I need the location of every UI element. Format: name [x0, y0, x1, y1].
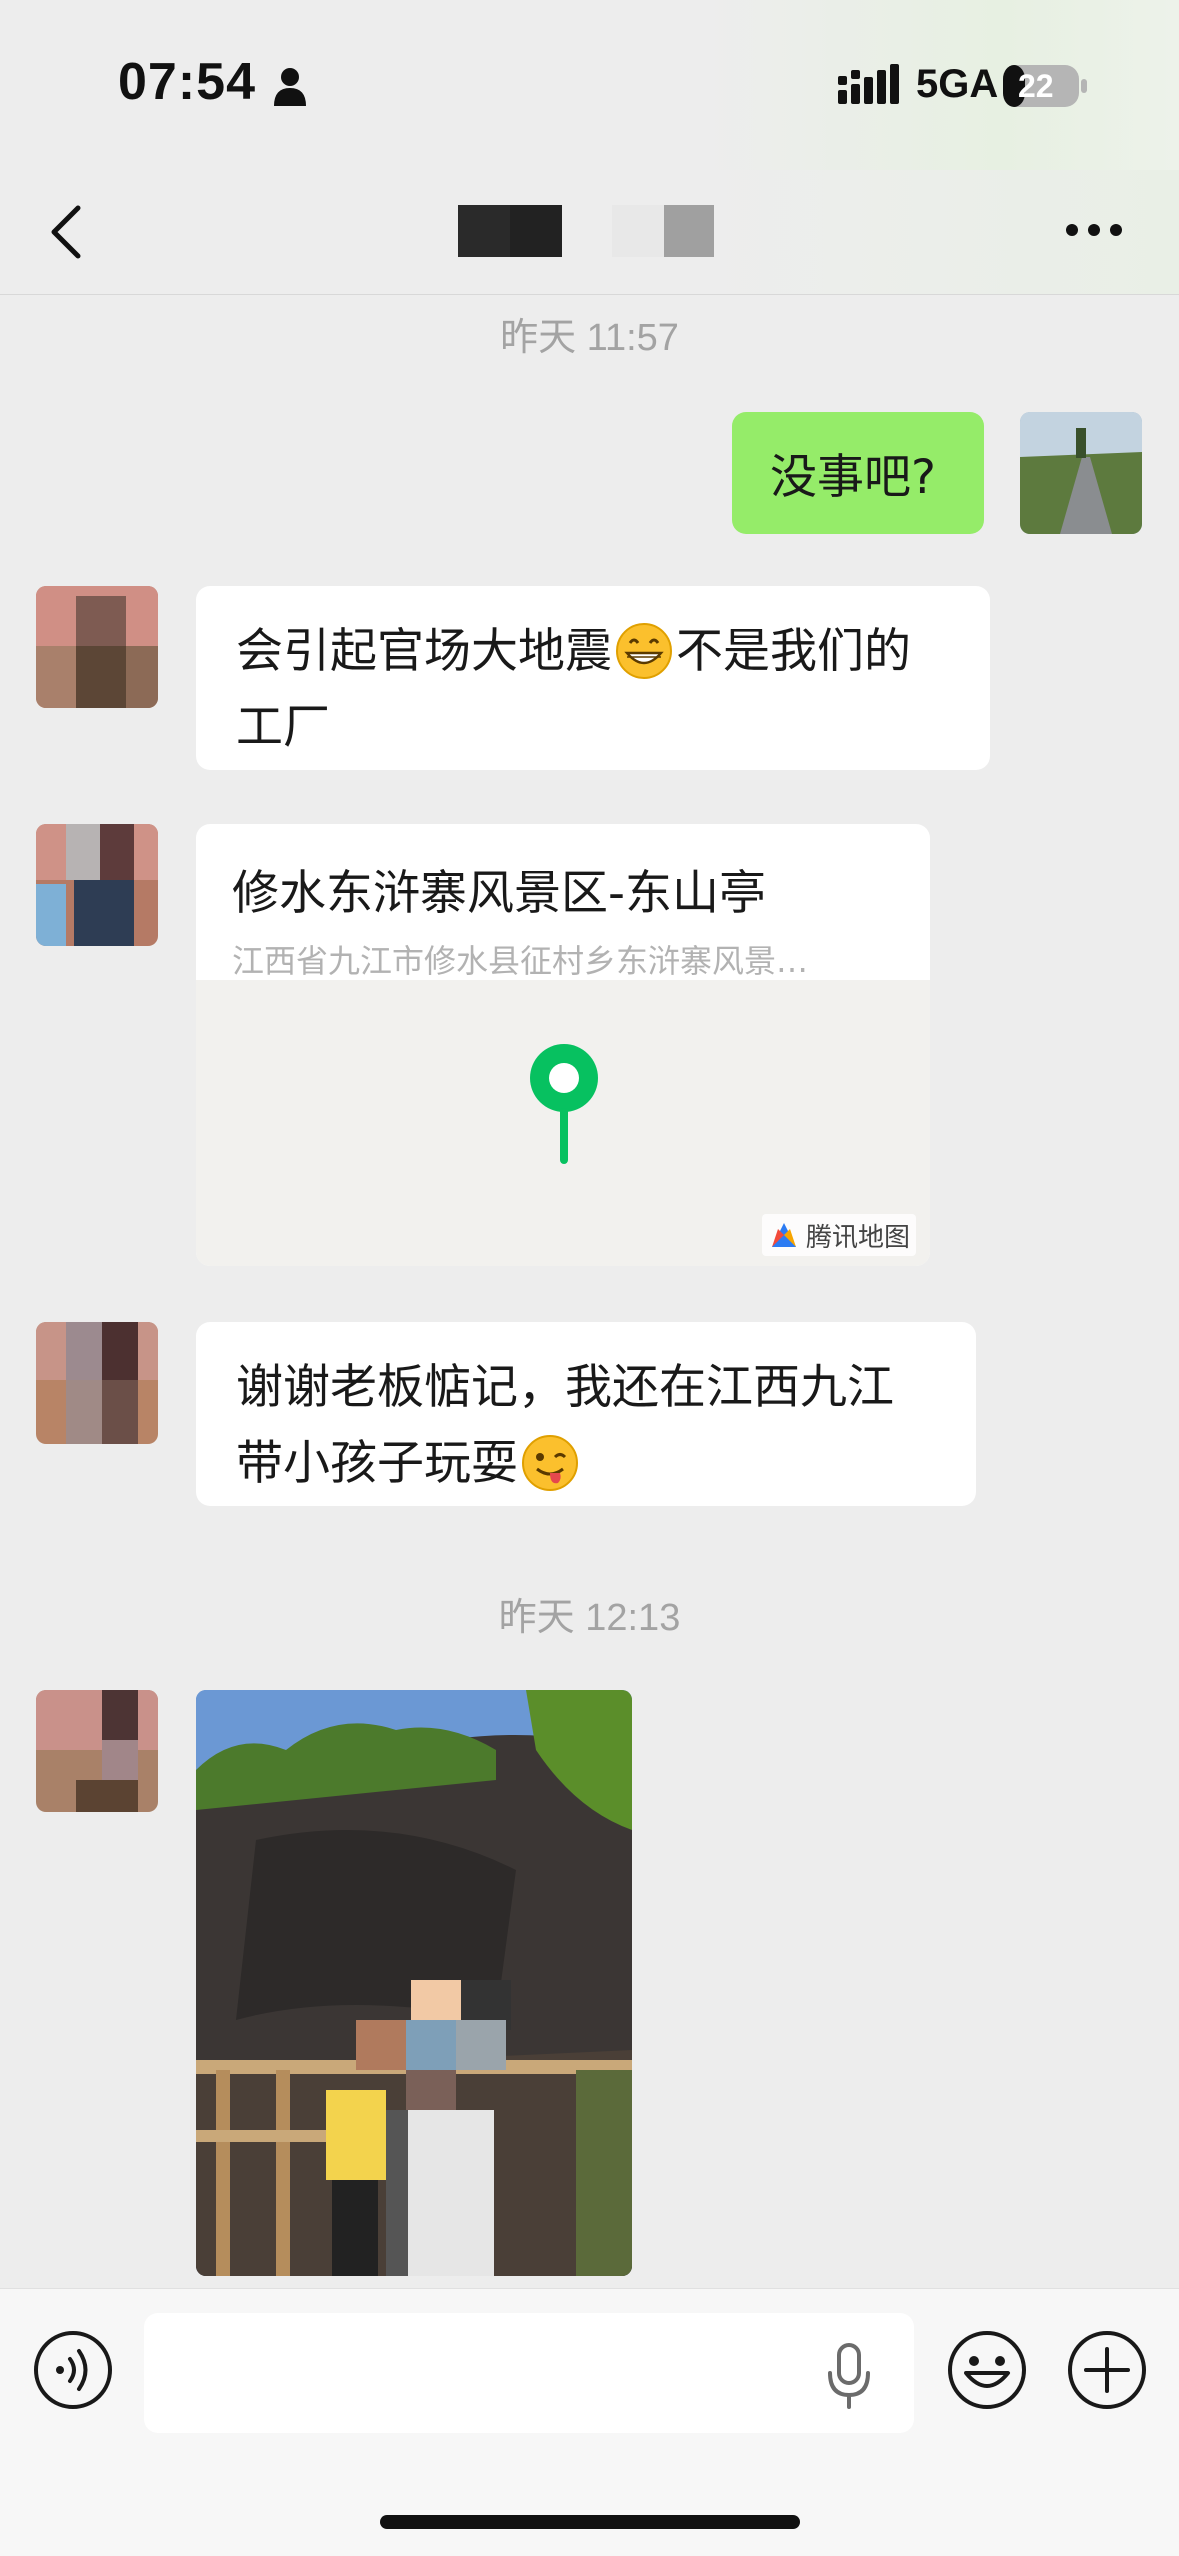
input-bar — [0, 2288, 1179, 2556]
chat-header — [0, 170, 1179, 295]
emoji-picker-icon[interactable] — [946, 2329, 1028, 2411]
ellipsis-icon[interactable] — [1064, 222, 1124, 238]
contact-avatar[interactable] — [36, 1690, 158, 1812]
grinning-face-icon — [616, 622, 672, 679]
map-pin-icon — [530, 1044, 598, 1164]
add-attachment-icon[interactable] — [1066, 2329, 1148, 2411]
contact-avatar[interactable] — [36, 586, 158, 708]
my-avatar[interactable] — [1020, 412, 1142, 534]
location-address: 江西省九江市修水县征村乡东浒寨风景… — [232, 942, 809, 980]
network-type: 5GA — [916, 62, 999, 106]
message-text: 会引起官场大地震 — [236, 624, 612, 679]
timestamp: 昨天 11:57 — [500, 317, 679, 359]
message-list[interactable]: 昨天 11:57 没事吧? 会引起官场大地震 不是我们的工厂 修水东浒寨风景区-… — [0, 296, 1179, 2288]
winking-tongue-face-icon — [522, 1434, 578, 1491]
map-preview[interactable]: 腾讯地图 — [196, 980, 930, 1266]
location-card[interactable]: 修水东浒寨风景区-东山亭 江西省九江市修水县征村乡东浒寨风景… 腾讯地图 — [196, 824, 930, 1266]
received-message[interactable]: 会引起官场大地震 不是我们的工厂 — [196, 586, 990, 770]
status-time: 07:54 — [118, 53, 256, 111]
status-bar: 07:54 5GA 22 — [0, 0, 1179, 170]
photo-message[interactable] — [196, 1690, 632, 2276]
person-icon — [274, 68, 306, 106]
timestamp: 昨天 12:13 — [498, 1597, 681, 1639]
message-text: 没事吧? — [770, 450, 936, 505]
signal-icon — [838, 64, 899, 104]
chevron-left-icon[interactable] — [46, 202, 86, 262]
sent-message[interactable]: 没事吧? — [732, 412, 984, 534]
voice-mode-icon[interactable] — [32, 2329, 114, 2411]
microphone-icon[interactable] — [824, 2341, 874, 2409]
contact-avatar[interactable] — [36, 1322, 158, 1444]
tencent-map-icon — [771, 1223, 796, 1247]
contact-avatar[interactable] — [36, 824, 158, 946]
battery-level: 22 — [1018, 68, 1054, 104]
home-indicator[interactable] — [380, 2515, 800, 2529]
location-name: 修水东浒寨风景区-东山亭 — [232, 866, 766, 921]
map-provider-name: 腾讯地图 — [805, 1222, 910, 1253]
received-message[interactable]: 谢谢老板惦记，我还在江西九江带小孩子玩耍 — [196, 1322, 976, 1506]
message-input[interactable] — [144, 2313, 914, 2433]
map-provider-logo: 腾讯地图 — [761, 1214, 916, 1256]
